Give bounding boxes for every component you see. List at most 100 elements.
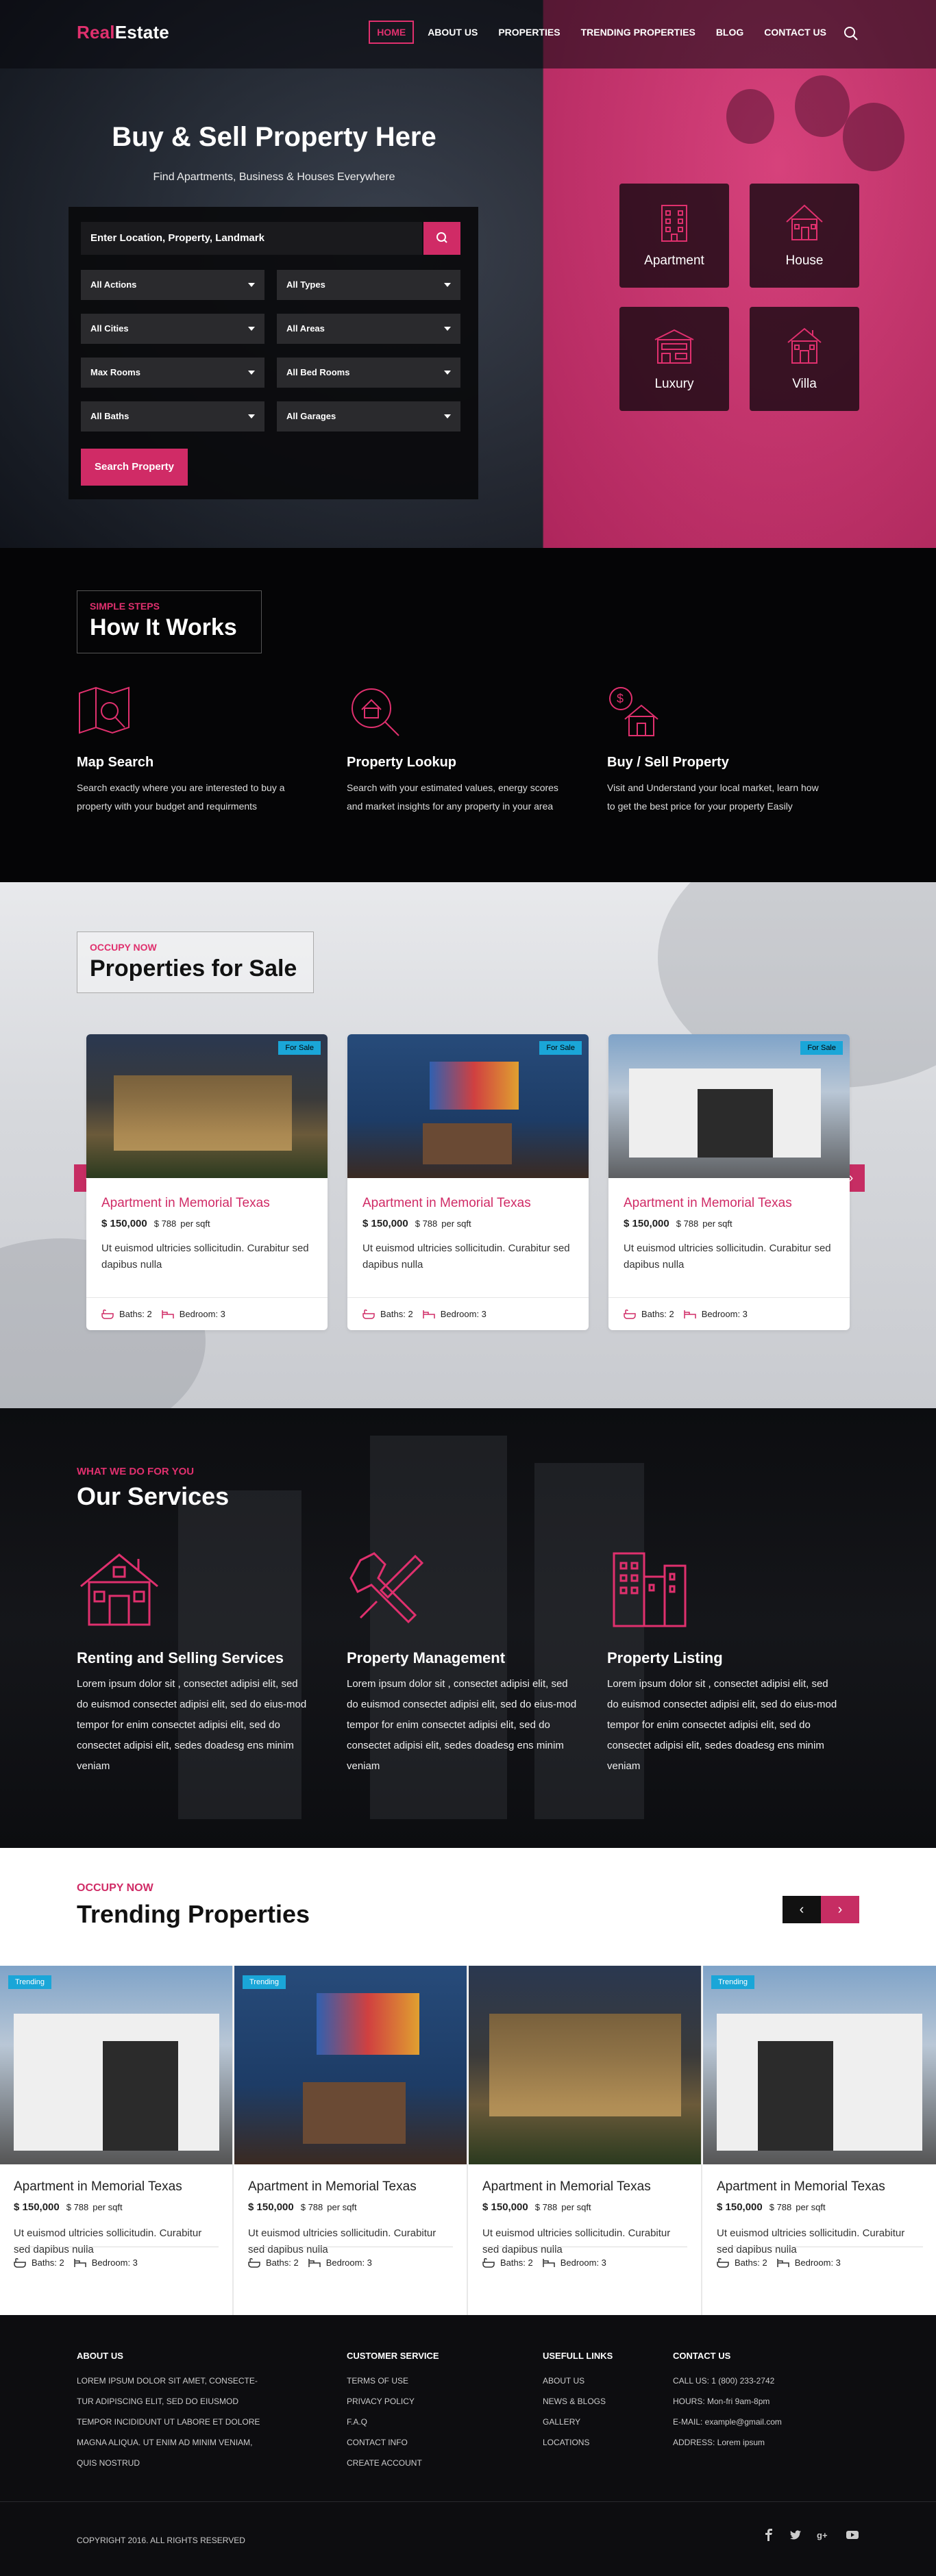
search-property-button[interactable]: Search Property [81, 449, 188, 486]
facebook-icon[interactable] [763, 2529, 774, 2541]
property-title[interactable]: Apartment in Memorial Texas [469, 2164, 701, 2194]
baths-label: Baths: 2 [735, 2258, 767, 2268]
footer-contact: CONTACT US CALL US: 1 (800) 233-2742 HOU… [673, 2351, 851, 2453]
people-photo-decoration [726, 89, 774, 144]
service-property-management: Property Management Lorem ipsum dolor si… [347, 1547, 580, 1777]
nav-properties[interactable]: PROPERTIES [491, 21, 567, 44]
footer-divider [0, 2501, 936, 2502]
footer-about-text: QUIS NOSTRUD [77, 2458, 140, 2468]
footer-email[interactable]: E-MAIL: example@gmail.com [673, 2412, 851, 2432]
category-label: Luxury [654, 377, 694, 391]
property-card[interactable]: For Sale Apartment in Memorial Texas $ 1… [86, 1034, 328, 1330]
price-per-area: $ 788 [415, 1218, 438, 1229]
select-all-garages[interactable]: All Garages [277, 401, 460, 432]
bedroom-feature: Bedroom: 3 [422, 1309, 487, 1319]
select-all-actions[interactable]: All Actions [81, 270, 264, 300]
house-service-icon [80, 1553, 158, 1626]
step-description: Search with your estimated values, energ… [347, 782, 558, 812]
map-search-icon [79, 686, 130, 734]
footer-link-locations[interactable]: LOCATIONS [543, 2432, 659, 2453]
select-all-cities[interactable]: All Cities [81, 314, 264, 344]
twitter-icon[interactable] [789, 2529, 802, 2541]
property-title[interactable]: Apartment in Memorial Texas [86, 1178, 328, 1211]
property-price: $ 150,000 $ 788 per sqft [86, 1211, 328, 1229]
bed-icon [776, 2258, 789, 2267]
nav-trending-properties[interactable]: TRENDING PROPERTIES [574, 21, 702, 44]
property-image: For Sale [86, 1034, 328, 1178]
google-plus-icon[interactable]: g+ [817, 2529, 830, 2541]
footer-link-about-us[interactable]: ABOUT US [543, 2371, 659, 2391]
select-max-rooms[interactable]: Max Rooms [81, 358, 264, 388]
location-search-input[interactable]: Enter Location, Property, Landmark [81, 222, 422, 255]
section-kicker: OCCUPY NOW [90, 942, 157, 953]
property-card[interactable]: For Sale Apartment in Memorial Texas $ 1… [347, 1034, 589, 1330]
search-icon[interactable] [843, 25, 859, 42]
property-title[interactable]: Apartment in Memorial Texas [234, 2164, 467, 2194]
trending-card[interactable]: Trending Apartment in Memorial Texas $ 1… [234, 1966, 468, 2315]
property-image: For Sale [347, 1034, 589, 1178]
category-apartment[interactable]: Apartment [619, 184, 729, 288]
chevron-right-icon: › [837, 1902, 843, 1917]
trending-card[interactable]: Trending Apartment in Memorial Texas $ 1… [703, 1966, 936, 2315]
top-navbar: RealEstate HOME ABOUT US PROPERTIES TREN… [0, 0, 936, 68]
step-title: Buy / Sell Property [607, 755, 729, 770]
trending-properties-section: OCCUPY NOW Trending Properties ‹ › Trend… [0, 1848, 936, 2315]
bedroom-label: Bedroom: 3 [794, 2258, 841, 2268]
search-submit-button[interactable] [423, 222, 460, 255]
baths-label: Baths: 2 [32, 2258, 64, 2268]
bedroom-feature: Bedroom: 3 [542, 2258, 606, 2268]
youtube-icon[interactable] [846, 2529, 859, 2541]
carousel-next-button[interactable]: › [821, 1896, 859, 1923]
brand-logo-part1: Real [77, 22, 115, 42]
bedroom-label: Bedroom: 3 [179, 1309, 225, 1319]
select-bed-rooms[interactable]: All Bed Rooms [277, 358, 460, 388]
property-features: Baths: 2 Bedroom: 3 [482, 2247, 687, 2278]
brand-logo[interactable]: RealEstate [77, 22, 169, 43]
carousel-prev-button[interactable]: ‹ [783, 1896, 821, 1923]
property-image: For Sale [608, 1034, 850, 1178]
painting-photo [317, 1993, 419, 2055]
nav-about-us[interactable]: ABOUT US [421, 21, 484, 44]
property-card[interactable]: For Sale Apartment in Memorial Texas $ 1… [608, 1034, 850, 1330]
footer-link-faq[interactable]: F.A.Q [347, 2412, 497, 2432]
select-all-baths[interactable]: All Baths [81, 401, 264, 432]
bed-icon [683, 1310, 696, 1318]
price-per-area: $ 788 [153, 1218, 177, 1229]
bed-icon [73, 2258, 86, 2267]
nav-contact-us[interactable]: CONTACT US [757, 21, 833, 44]
property-price: $ 150,000 $ 788 per sqft [469, 2194, 701, 2213]
footer-link-terms[interactable]: TERMS OF USE [347, 2371, 497, 2391]
select-all-types[interactable]: All Types [277, 270, 460, 300]
select-all-areas[interactable]: All Areas [277, 314, 460, 344]
footer-link-privacy[interactable]: PRIVACY POLICY [347, 2391, 497, 2412]
footer-link-news-blogs[interactable]: NEWS & BLOGS [543, 2391, 659, 2412]
step-buy-sell-property: $ Buy / Sell Property Visit and Understa… [607, 685, 826, 816]
footer-useful-links: USEFULL LINKS ABOUT US NEWS & BLOGS GALL… [543, 2351, 659, 2453]
trending-card[interactable]: Trending Apartment in Memorial Texas $ 1… [0, 1966, 234, 2315]
category-luxury[interactable]: Luxury [619, 307, 729, 411]
property-title[interactable]: Apartment in Memorial Texas [703, 2164, 936, 2194]
property-title[interactable]: Apartment in Memorial Texas [347, 1178, 589, 1211]
footer-link-create-account[interactable]: CREATE ACCOUNT [347, 2453, 497, 2473]
footer-link-contact-info[interactable]: CONTACT INFO [347, 2432, 497, 2453]
main-menu: HOME ABOUT US PROPERTIES TRENDING PROPER… [369, 21, 833, 44]
apartment-icon [661, 205, 687, 242]
nav-home[interactable]: HOME [369, 21, 415, 44]
category-villa[interactable]: Villa [750, 307, 859, 411]
bedroom-label: Bedroom: 3 [325, 2258, 372, 2268]
nav-blog[interactable]: BLOG [709, 21, 750, 44]
property-price: $ 150,000 $ 788 per sqft [608, 1211, 850, 1229]
section-heading: OCCUPY NOW Properties for Sale [77, 931, 314, 993]
footer-link-gallery[interactable]: GALLERY [543, 2412, 659, 2432]
property-features: Baths: 2 Bedroom: 3 [717, 2247, 923, 2278]
price-unit: per sqft [93, 2202, 123, 2212]
property-title[interactable]: Apartment in Memorial Texas [0, 2164, 232, 2194]
bedroom-feature: Bedroom: 3 [308, 2258, 372, 2268]
trending-card[interactable]: Apartment in Memorial Texas $ 150,000 $ 7… [469, 1966, 702, 2315]
svg-text:g+: g+ [817, 2530, 828, 2540]
property-features: Baths: 2 Bedroom: 3 [14, 2247, 219, 2278]
category-house[interactable]: House [750, 184, 859, 288]
property-title[interactable]: Apartment in Memorial Texas [608, 1178, 850, 1211]
baths-feature: Baths: 2 [624, 1309, 674, 1319]
hero-background-right [543, 0, 936, 548]
